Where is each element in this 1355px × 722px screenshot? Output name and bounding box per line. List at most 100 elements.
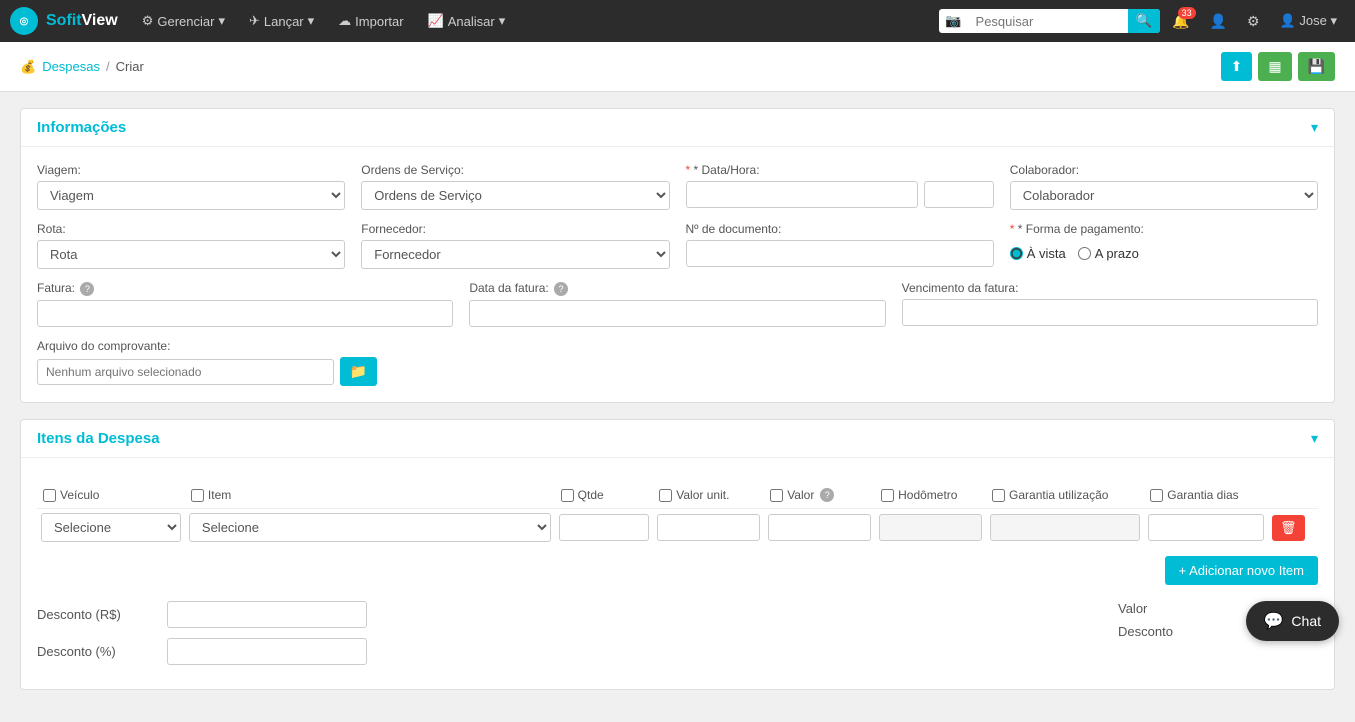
nav-lancar[interactable]: ✈ Lançar ▾ [239, 7, 324, 35]
td-qtde: 0,00 [555, 509, 654, 547]
viagem-group: Viagem: Viagem [37, 163, 345, 210]
nav-analisar[interactable]: 📈 Analisar ▾ [418, 7, 516, 35]
breadcrumb: 💰 Despesas / Criar [20, 59, 144, 75]
data-fatura-help-icon[interactable]: ? [554, 282, 568, 296]
app-brand: Sofit View [46, 12, 118, 30]
valor-input[interactable]: 0,00 [768, 514, 871, 541]
user-menu[interactable]: 👤 Jose ▾ [1272, 13, 1345, 29]
aprazo-radio[interactable]: A prazo [1078, 246, 1139, 261]
informacoes-body: Viagem: Viagem Ordens de Serviço: Ordens… [21, 147, 1334, 402]
garantia-dias-input[interactable] [1148, 514, 1264, 541]
garantia-util-input[interactable]: 0,0 [990, 514, 1140, 541]
navbar: ◎ Sofit View ⚙ Gerenciar ▾ ✈ Lançar ▾ ☁ … [0, 0, 1355, 42]
ndoc-input[interactable] [686, 240, 994, 267]
fornecedor-select[interactable]: Fornecedor [361, 240, 669, 269]
profile-icon[interactable]: 👤 [1202, 13, 1235, 30]
nav-importar[interactable]: ☁ Importar [328, 7, 413, 35]
viagem-select[interactable]: Viagem [37, 181, 345, 210]
item-row-select[interactable]: Selecione [189, 513, 551, 542]
brand-sofit: Sofit [46, 12, 82, 30]
informacoes-title: Informações [37, 119, 126, 136]
breadcrumb-parent-link[interactable]: Despesas [42, 59, 100, 74]
informacoes-toggle[interactable]: ▾ [1311, 119, 1318, 136]
chevron-down-icon: ▾ [499, 13, 506, 29]
file-upload-button[interactable]: 📁 [340, 357, 377, 386]
add-item-button[interactable]: + Adicionar novo Item [1165, 556, 1318, 585]
vencimento-group: Vencimento da fatura: [902, 281, 1318, 327]
data-fatura-label: Data da fatura: ? [469, 281, 885, 296]
chevron-down-icon: ▾ [308, 13, 315, 29]
itens-card: Itens da Despesa ▾ Veículo [20, 419, 1335, 690]
datetime-row: 15/09/2022 11:49 [686, 181, 994, 208]
informacoes-header: Informações ▾ [21, 109, 1334, 147]
search-input[interactable] [968, 10, 1128, 33]
veiculo-checkbox[interactable] [43, 489, 56, 502]
notifications-badge: 33 [1178, 7, 1196, 19]
veiculo-row-select[interactable]: Selecione [41, 513, 181, 542]
vencimento-input[interactable] [902, 299, 1318, 326]
itens-header: Itens da Despesa ▾ [21, 420, 1334, 458]
rota-select[interactable]: Rota [37, 240, 345, 269]
import-icon: ☁ [338, 13, 351, 29]
desconto-rs-row: Desconto (R$) 0 [37, 601, 668, 628]
launch-icon: ✈ [249, 13, 260, 29]
nav-gerenciar[interactable]: ⚙ Gerenciar ▾ [132, 7, 235, 35]
chat-bubble[interactable]: 💬 Chat [1246, 601, 1340, 641]
itens-toggle[interactable]: ▾ [1311, 430, 1318, 447]
td-garantia-util: 0,0 [986, 509, 1144, 547]
garantia-dias-checkbox[interactable] [1150, 489, 1163, 502]
forma-pagamento-label: * * Forma de pagamento: [1010, 222, 1318, 236]
th-valor-unit: Valor unit. [653, 482, 764, 509]
valor-help-icon[interactable]: ? [820, 488, 834, 502]
informacoes-card: Informações ▾ Viagem: Viagem Ordens de S… [20, 108, 1335, 403]
fatura-label: Fatura: ? [37, 281, 453, 296]
colaborador-select[interactable]: Colaborador [1010, 181, 1318, 210]
th-garantia-util: Garantia utilização [986, 482, 1144, 509]
item-checkbox[interactable] [191, 489, 204, 502]
qtde-checkbox[interactable] [561, 489, 574, 502]
td-item: Selecione [185, 509, 555, 547]
breadcrumb-icon: 💰 [20, 59, 36, 75]
hodometro-input[interactable]: 0,0 [879, 514, 982, 541]
fatura-help-icon[interactable]: ? [80, 282, 94, 296]
export-table-button[interactable]: ▦ [1258, 52, 1291, 81]
search-box: 📷 🔍 [939, 9, 1160, 33]
valor-checkbox[interactable] [770, 489, 783, 502]
td-garantia-dias [1144, 509, 1268, 547]
desconto-pct-input[interactable]: 0 [167, 638, 367, 665]
fornecedor-label: Fornecedor: [361, 222, 669, 236]
th-garantia-dias: Garantia dias [1144, 482, 1268, 509]
qtde-input[interactable]: 0,00 [559, 514, 650, 541]
chart-icon: 📈 [428, 13, 444, 29]
notifications-icon[interactable]: 🔔 33 [1164, 13, 1197, 30]
save-button[interactable]: 💾 [1298, 52, 1335, 81]
th-veiculo: Veículo [37, 482, 185, 509]
delete-row-button[interactable]: 🗑 [1272, 515, 1305, 541]
td-delete: 🗑 [1268, 509, 1318, 547]
info-row-1: Viagem: Viagem Ordens de Serviço: Ordens… [37, 163, 1318, 210]
ordens-select[interactable]: Ordens de Serviço [361, 181, 669, 210]
search-button[interactable]: 🔍 [1128, 9, 1161, 33]
breadcrumb-bar: 💰 Despesas / Criar ⬆ ▦ 💾 [0, 42, 1355, 92]
th-item: Item [185, 482, 555, 509]
upload-button[interactable]: ⬆ [1221, 52, 1253, 81]
viagem-label: Viagem: [37, 163, 345, 177]
date-input[interactable]: 15/09/2022 [686, 181, 918, 208]
chat-label: Chat [1291, 613, 1321, 629]
datahora-group: * * Data/Hora: 15/09/2022 11:49 [686, 163, 994, 210]
garantia-util-checkbox[interactable] [992, 489, 1005, 502]
brand-view: View [82, 12, 118, 30]
valor-unit-input[interactable]: 0,00 [657, 514, 760, 541]
desconto-pct-row: Desconto (%) 0 [37, 638, 668, 665]
avista-radio[interactable]: À vista [1010, 246, 1066, 261]
app-logo: ◎ [10, 7, 38, 35]
data-fatura-input[interactable] [469, 300, 885, 327]
fatura-input[interactable] [37, 300, 453, 327]
valor-unit-checkbox[interactable] [659, 489, 672, 502]
settings-icon[interactable]: ⚙ [1239, 13, 1268, 30]
desconto-rs-input[interactable]: 0 [167, 601, 367, 628]
hodometro-checkbox[interactable] [881, 489, 894, 502]
time-input[interactable]: 11:49 [924, 181, 994, 208]
breadcrumb-current: Criar [116, 59, 144, 74]
items-table: Veículo Item Qtde [37, 482, 1318, 546]
